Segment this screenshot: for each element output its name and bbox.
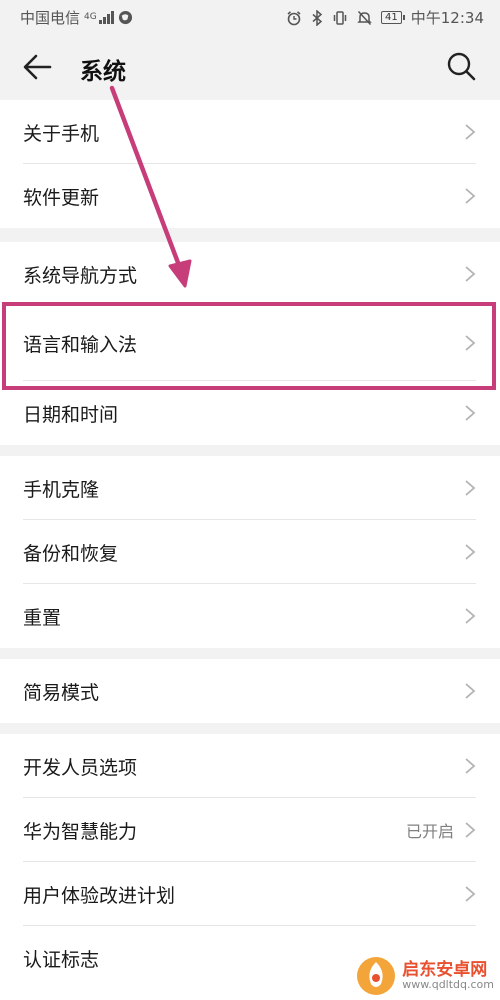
row-label: 关于手机	[23, 122, 100, 145]
chevron-right-icon	[465, 124, 476, 140]
settings-row-system-navigation[interactable]: 系统导航方式	[0, 242, 500, 306]
row-label: 认证标志	[23, 948, 100, 971]
status-bar: 中国电信 4G 41 中午12:34	[0, 0, 500, 34]
settings-row-language-input[interactable]: 语言和输入法	[0, 306, 500, 381]
row-label: 语言和输入法	[23, 334, 138, 356]
clock-text: 中午12:34	[410, 9, 484, 27]
row-label: 系统导航方式	[23, 264, 138, 287]
settings-row-huawei-ai[interactable]: 华为智慧能力 已开启	[0, 798, 500, 862]
mute-icon	[357, 10, 372, 25]
row-label: 简易模式	[23, 681, 100, 704]
chevron-right-icon	[465, 886, 476, 902]
carrier-name: 中国电信	[20, 9, 81, 27]
bluetooth-icon	[312, 9, 323, 26]
status-left: 中国电信 4G	[20, 7, 133, 28]
row-label: 重置	[23, 606, 62, 629]
chevron-right-icon	[465, 188, 476, 204]
settings-row-reset[interactable]: 重置	[0, 584, 500, 648]
chevron-right-icon	[465, 266, 476, 282]
back-arrow-icon[interactable]	[22, 52, 54, 82]
globe-icon	[118, 10, 133, 25]
vibrate-icon	[333, 10, 347, 25]
settings-row-date-time[interactable]: 日期和时间	[0, 381, 500, 445]
row-label: 开发人员选项	[23, 756, 138, 779]
watermark-title: 启东安卓网	[402, 959, 488, 980]
chevron-right-icon	[465, 405, 476, 421]
settings-row-backup-restore[interactable]: 备份和恢复	[0, 520, 500, 584]
row-label: 华为智慧能力	[23, 820, 138, 843]
chevron-right-icon	[465, 822, 476, 838]
settings-row-phone-clone[interactable]: 手机克隆	[0, 456, 500, 520]
battery-icon: 41	[381, 11, 405, 24]
alarm-icon	[287, 10, 301, 25]
page-title: 系统	[80, 59, 126, 85]
settings-group-backup: 手机克隆 备份和恢复 重置	[0, 456, 500, 648]
settings-row-simple-mode[interactable]: 简易模式	[0, 659, 500, 723]
network-type: 4G	[84, 12, 97, 22]
settings-group-info: 关于手机 软件更新	[0, 100, 500, 228]
watermark-url: www.qdltdq.com	[402, 978, 494, 992]
row-label: 备份和恢复	[23, 542, 119, 565]
header: 系统	[0, 34, 500, 100]
status-value: 已开启	[405, 822, 454, 841]
settings-row-developer-options[interactable]: 开发人员选项	[0, 734, 500, 798]
chevron-right-icon	[465, 683, 476, 699]
row-label: 手机克隆	[23, 478, 100, 501]
settings-group-navigation: 系统导航方式 语言和输入法 日期和时间	[0, 242, 500, 445]
chevron-right-icon	[465, 758, 476, 774]
chevron-right-icon	[465, 480, 476, 496]
row-label: 软件更新	[23, 186, 100, 209]
settings-row-user-experience[interactable]: 用户体验改进计划	[0, 862, 500, 926]
chevron-right-icon	[465, 335, 476, 351]
signal-icon	[99, 11, 115, 24]
row-label: 用户体验改进计划	[23, 884, 176, 907]
status-right: 41 中午12:34	[286, 7, 484, 28]
settings-row-software-update[interactable]: 软件更新	[0, 164, 500, 228]
settings-row-about-phone[interactable]: 关于手机	[0, 100, 500, 164]
search-icon[interactable]	[446, 51, 476, 81]
watermark-text: 启东安卓网 www.qdltdq.com	[402, 959, 494, 992]
chevron-right-icon	[465, 544, 476, 560]
chevron-right-icon	[465, 608, 476, 624]
row-label: 日期和时间	[23, 403, 119, 426]
settings-group-simple: 简易模式	[0, 659, 500, 723]
watermark-logo-icon	[357, 957, 396, 995]
watermark: 启东安卓网 www.qdltdq.com	[356, 956, 494, 996]
